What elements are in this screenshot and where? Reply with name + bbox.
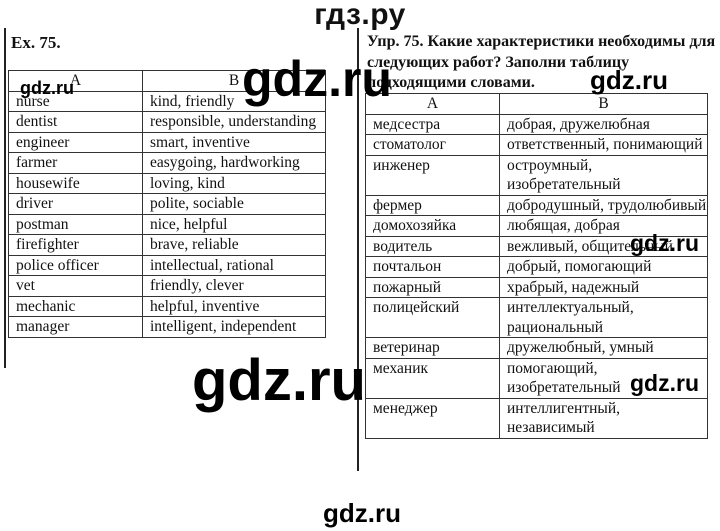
profession-cell: postman (8, 213, 143, 235)
table-row: postman nice, helpful (8, 213, 326, 235)
qualities-cell: polite, sociable (142, 193, 326, 215)
qualities-cell: responsible, understanding (142, 111, 326, 133)
qualities-cell: добродушный, трудолюбивый (499, 194, 708, 216)
profession-cell: полицейский (365, 297, 500, 338)
table-row: почтальон добрый, помогающий (365, 256, 708, 278)
profession-cell: manager (8, 316, 143, 338)
column-header-b: B (499, 93, 708, 115)
profession-cell: driver (8, 193, 143, 215)
table-row: менеджер интеллигентный, независимый (365, 397, 708, 439)
left-margin-line (4, 28, 6, 368)
profession-cell: фермер (365, 194, 500, 216)
profession-cell: farmer (8, 152, 143, 174)
profession-cell: vet (8, 275, 143, 297)
table-row: firefighter brave, reliable (8, 234, 326, 256)
profession-cell: ветеринар (365, 337, 500, 359)
english-answer-table: A B nurse kind, friendly dentist responsibl… (8, 70, 326, 338)
profession-cell: инженер (365, 154, 500, 196)
site-title: гдз.ру (314, 0, 406, 31)
profession-cell: housewife (8, 172, 143, 194)
table-row: пожарный храбрый, надежный (365, 276, 708, 298)
qualities-cell: intellectual, rational (142, 254, 326, 276)
watermark-ru-police: gdz.ru (630, 370, 699, 396)
profession-cell: engineer (8, 131, 143, 153)
qualities-cell: smart, inventive (142, 131, 326, 153)
profession-cell: стоматолог (365, 134, 500, 156)
profession-cell: почтальон (365, 256, 500, 278)
table-row: полицейский интеллектуальный, рациональны… (365, 297, 708, 338)
profession-cell: firefighter (8, 234, 143, 256)
table-row: vet friendly, clever (8, 275, 326, 297)
table-row: manager intelligent, independent (8, 316, 326, 338)
watermark-large-center: gdz.ru (192, 348, 366, 413)
qualities-cell: храбрый, надежный (499, 276, 708, 298)
qualities-cell: ответственный, понимающий (499, 134, 708, 156)
qualities-cell: остроумный, изобретательный (499, 154, 708, 196)
profession-cell: dentist (8, 111, 143, 133)
profession-cell: домохозяйка (365, 215, 500, 237)
profession-cell: водитель (365, 235, 500, 257)
table-row: ветеринар дружелюбный, умный (365, 337, 708, 359)
table-row: медсестра добрая, дружелюбная (365, 113, 708, 135)
table-row: engineer smart, inventive (8, 131, 326, 153)
watermark-ru-farmer: gdz.ru (630, 230, 699, 256)
watermark-bottom: gdz.ru (323, 498, 401, 528)
watermark-small: gdz.ru (20, 78, 74, 98)
table-row: инженер остроумный, изобретательный (365, 154, 708, 196)
qualities-cell: добрая, дружелюбная (499, 113, 708, 135)
qualities-cell: nice, helpful (142, 213, 326, 235)
qualities-cell: brave, reliable (142, 234, 326, 256)
table-row: стоматолог ответственный, понимающий (365, 134, 708, 156)
qualities-cell: friendly, clever (142, 275, 326, 297)
profession-cell: пожарный (365, 276, 500, 298)
watermark-ru-title: gdz.ru (590, 65, 668, 95)
profession-cell: медсестра (365, 113, 500, 135)
table-row: housewife loving, kind (8, 172, 326, 194)
qualities-cell: интеллектуальный, рациональный (499, 297, 708, 338)
qualities-cell: intelligent, independent (142, 316, 326, 338)
table-row: фермер добродушный, трудолюбивый (365, 194, 708, 216)
table-row: police officer intellectual, rational (8, 254, 326, 276)
profession-cell: механик (365, 357, 500, 399)
profession-cell: mechanic (8, 295, 143, 317)
watermark-large-top: gdz.ru (242, 51, 392, 107)
table-row: driver polite, sociable (8, 193, 326, 215)
exercise-title-en: Ex. 75. (11, 33, 61, 52)
qualities-cell: интеллигентный, независимый (499, 397, 708, 439)
table-row: farmer easygoing, hardworking (8, 152, 326, 174)
qualities-cell: easygoing, hardworking (142, 152, 326, 174)
table-header-row: A B (365, 93, 708, 115)
table-row: mechanic helpful, inventive (8, 295, 326, 317)
qualities-cell: helpful, inventive (142, 295, 326, 317)
qualities-cell: добрый, помогающий (499, 256, 708, 278)
profession-cell: менеджер (365, 397, 500, 439)
qualities-cell: loving, kind (142, 172, 326, 194)
table-row: dentist responsible, understanding (8, 111, 326, 133)
qualities-cell: дружелюбный, умный (499, 337, 708, 359)
profession-cell: police officer (8, 254, 143, 276)
